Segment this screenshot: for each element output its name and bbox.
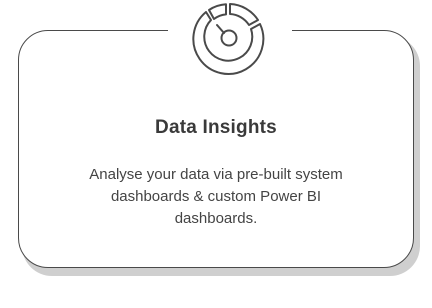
card-title: Data Insights — [155, 117, 277, 138]
pie-chart-segments-icon — [186, 0, 272, 76]
card-description: Analyse your data via pre-built system d… — [89, 166, 343, 227]
